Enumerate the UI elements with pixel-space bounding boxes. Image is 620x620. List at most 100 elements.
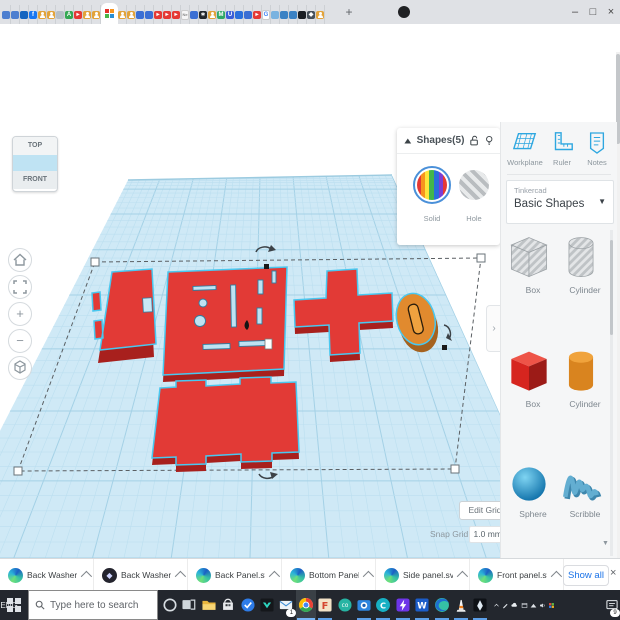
taskbar-app-chrome[interactable] [296, 590, 316, 620]
download-menu-chevron-icon[interactable] [81, 571, 92, 582]
browser-tab[interactable] [2, 5, 11, 24]
action-center-button[interactable]: 9 [604, 590, 620, 620]
browser-tab[interactable] [280, 5, 289, 24]
browser-tab[interactable] [118, 5, 127, 24]
scene-shape-back-panel[interactable] [163, 267, 287, 382]
window-maximize-button[interactable]: □ [584, 0, 602, 24]
show-all-downloads-button[interactable]: Show all [563, 565, 609, 586]
download-menu-chevron-icon[interactable] [363, 571, 374, 582]
gallery-shape-cyl-hole[interactable]: Cylinder [559, 232, 611, 295]
tray-window-icon[interactable] [520, 590, 529, 620]
browser-tab[interactable]: ◆ [307, 5, 316, 24]
taskbar-app-word[interactable]: W [412, 590, 432, 620]
gallery-shape-scribble[interactable]: Scribble [559, 460, 611, 519]
taskbar-app-lightning[interactable] [393, 590, 413, 620]
taskbar-app-cortana[interactable] [160, 590, 180, 620]
taskbar-app-edge[interactable] [432, 590, 452, 620]
download-menu-chevron-icon[interactable] [551, 571, 562, 582]
browser-tab[interactable]: M [217, 5, 226, 24]
tray-network-icon[interactable] [529, 590, 538, 620]
view-cube[interactable]: TOP FRONT [12, 136, 58, 192]
taskbar-app-lamp[interactable] [470, 590, 490, 620]
browser-tab[interactable]: ▸ [74, 5, 83, 24]
download-item[interactable]: ◆Back Washer.stl [94, 559, 188, 591]
browser-tab[interactable] [298, 5, 307, 24]
browser-tab[interactable]: ▸ [172, 5, 181, 24]
taskbar-app-task-view[interactable] [179, 590, 199, 620]
tray-pen-icon[interactable] [501, 590, 510, 620]
browser-tab[interactable] [47, 5, 56, 24]
workplane-tool[interactable]: Workplane [507, 130, 543, 167]
browser-tab[interactable] [92, 5, 101, 24]
scene-shape-bottom-panel[interactable] [152, 377, 299, 472]
tab-search-button[interactable] [398, 6, 410, 18]
download-menu-chevron-icon[interactable] [457, 571, 468, 582]
download-menu-chevron-icon[interactable] [269, 571, 280, 582]
tab-active-tinkercad[interactable] [101, 3, 118, 24]
gallery-shape-box-solid[interactable]: Box [507, 346, 559, 409]
browser-tab[interactable] [190, 5, 199, 24]
browser-tab[interactable] [271, 5, 280, 24]
taskbar-app-vlc[interactable] [451, 590, 471, 620]
browser-tab[interactable] [56, 5, 65, 24]
gallery-shape-box-hole[interactable]: Box [507, 232, 559, 295]
downloads-bar-close-icon[interactable]: × [610, 567, 616, 579]
shape-category-dropdown[interactable]: Tinkercad Basic Shapes ▼ [506, 180, 614, 224]
browser-tab[interactable]: ▸ [163, 5, 172, 24]
browser-tab[interactable]: Ne [181, 5, 190, 24]
tray-onedrive-icon[interactable] [510, 590, 519, 620]
window-close-button[interactable]: × [602, 0, 620, 24]
download-menu-chevron-icon[interactable] [175, 571, 186, 582]
lightbulb-icon[interactable] [485, 134, 493, 147]
view-cube-band[interactable] [13, 155, 57, 171]
browser-tab[interactable] [127, 5, 136, 24]
unlock-icon[interactable] [469, 134, 479, 147]
taskbar-app-canva[interactable]: C [373, 590, 393, 620]
browser-tab[interactable] [83, 5, 92, 24]
browser-tab[interactable] [208, 5, 217, 24]
gallery-shape-cyl-solid[interactable]: Cylinder [559, 346, 611, 409]
taskbar-app-predator[interactable] [257, 590, 277, 620]
view-cube-front[interactable]: FRONT [13, 171, 57, 189]
tray-volume-icon[interactable] [538, 590, 547, 620]
taskbar-app-file-explorer[interactable] [199, 590, 219, 620]
perspective-toggle-button[interactable] [8, 356, 32, 380]
browser-tab[interactable] [244, 5, 253, 24]
download-item[interactable]: Back Panel.svg [188, 559, 282, 591]
gallery-scroll-down-icon[interactable]: ▼ [602, 540, 609, 547]
home-view-button[interactable] [8, 248, 32, 272]
panel-expand-chevron[interactable]: › [486, 305, 500, 352]
download-item[interactable]: Side panel.svg [376, 559, 470, 591]
tray-colorgrid-icon[interactable] [547, 590, 556, 620]
new-tab-button[interactable]: + [342, 5, 356, 19]
browser-tab[interactable] [289, 5, 298, 24]
edit-grid-button[interactable]: Edit Grid [459, 501, 500, 520]
fit-view-button[interactable] [8, 275, 32, 299]
notes-tool[interactable]: Notes [579, 130, 615, 167]
solid-swatch[interactable] [417, 170, 447, 200]
browser-tab[interactable]: A [65, 5, 74, 24]
zoom-in-button[interactable]: + [8, 302, 32, 326]
browser-tab[interactable] [136, 5, 145, 24]
download-item[interactable]: Back Washer.svg [0, 559, 94, 591]
taskbar-app-check-app[interactable] [238, 590, 258, 620]
taskbar-search-box[interactable]: Type here to search [28, 590, 158, 620]
browser-tab[interactable] [316, 5, 325, 24]
browser-tab[interactable]: ▸ [154, 5, 163, 24]
start-button[interactable] [0, 590, 28, 620]
zoom-out-button[interactable]: − [8, 329, 32, 353]
window-minimize-button[interactable]: – [566, 0, 584, 24]
browser-tab[interactable]: G [262, 5, 271, 24]
browser-tab[interactable] [235, 5, 244, 24]
taskbar-app-ms-store[interactable] [218, 590, 238, 620]
tray-chevron-icon[interactable] [492, 590, 501, 620]
ruler-tool[interactable]: Ruler [544, 130, 580, 167]
browser-tab[interactable]: U [226, 5, 235, 24]
snap-grid-select[interactable]: 1.0 mm ▾ [469, 526, 500, 543]
hole-swatch[interactable] [459, 170, 489, 200]
browser-tab[interactable]: ∗ [199, 5, 208, 24]
browser-tab[interactable]: ▸ [253, 5, 262, 24]
taskbar-app-mail[interactable]: 1 [276, 590, 296, 620]
browser-tab[interactable] [11, 5, 20, 24]
sidebar-scrollbar[interactable] [610, 230, 613, 556]
